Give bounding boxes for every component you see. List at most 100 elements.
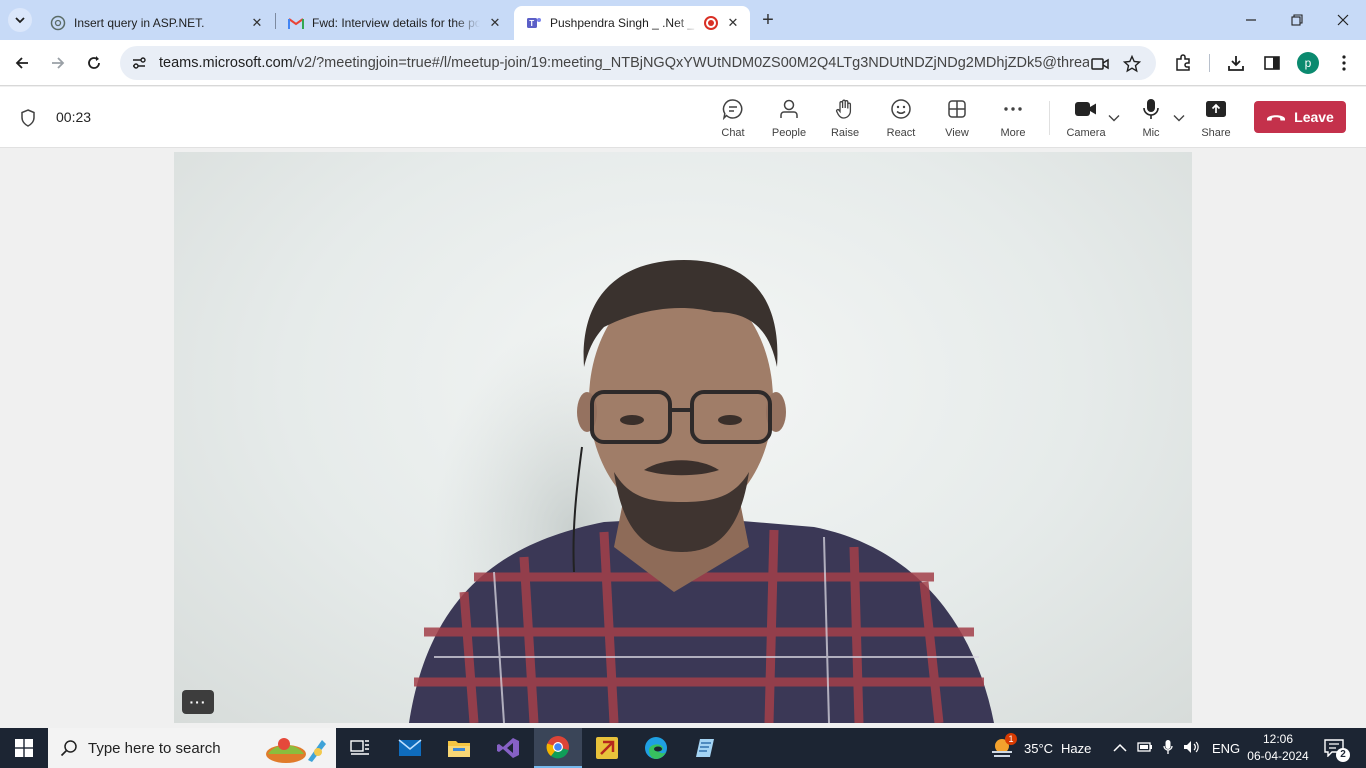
- browser-tab-gmail[interactable]: Fwd: Interview details for the position …: [276, 6, 512, 40]
- start-button[interactable]: [0, 728, 48, 768]
- restore-button[interactable]: [1274, 0, 1320, 40]
- raise-hand-icon: [833, 97, 857, 121]
- file-explorer-button[interactable]: [435, 728, 483, 768]
- volume-icon[interactable]: [1183, 740, 1201, 757]
- back-button[interactable]: [7, 48, 37, 78]
- video-camera-icon[interactable]: [1090, 54, 1110, 74]
- leave-label: Leave: [1294, 109, 1334, 125]
- raise-label: Raise: [830, 127, 860, 139]
- mail-icon: [398, 739, 422, 756]
- edge-icon: [645, 737, 667, 759]
- notepad-app-button[interactable]: [681, 728, 729, 768]
- search-highlight-illustration-icon: [258, 732, 334, 766]
- participant-video-frame: [409, 260, 994, 723]
- close-tab-icon[interactable]: ✕: [724, 14, 742, 32]
- camera-button[interactable]: Camera: [1058, 97, 1114, 141]
- react-label: React: [886, 127, 916, 139]
- browser-tab-chatgpt[interactable]: Insert query in ASP.NET. ✕: [38, 6, 274, 40]
- recording-icon: [704, 16, 718, 30]
- visual-studio-button[interactable]: [484, 728, 532, 768]
- tab-title: Fwd: Interview details for the position: [312, 16, 480, 30]
- site-info-icon[interactable]: [122, 46, 156, 80]
- video-tile-menu-button[interactable]: ···: [182, 690, 214, 714]
- chevron-down-icon: [15, 17, 25, 24]
- raise-hand-button[interactable]: Raise: [817, 97, 873, 141]
- arrow-left-icon: [15, 57, 28, 69]
- extensions-icon[interactable]: [1172, 52, 1194, 74]
- browser-tab-strip: Insert query in ASP.NET. ✕ Fwd: Intervie…: [0, 0, 1366, 40]
- meeting-control-bar: 00:23 Chat People Raise React View More: [0, 87, 1366, 148]
- weather-alert-badge: 1: [1005, 733, 1017, 745]
- address-bar[interactable]: teams.microsoft.com/v2/?meetingjoin=true…: [120, 46, 1156, 80]
- camera-options-chevron-icon[interactable]: [1107, 111, 1121, 125]
- mic-icon: [1139, 97, 1163, 121]
- more-button[interactable]: More: [985, 97, 1041, 141]
- edge-app-button[interactable]: [632, 728, 680, 768]
- reload-button[interactable]: [79, 48, 109, 78]
- taskbar-search-box[interactable]: Type here to search: [48, 728, 336, 768]
- mail-app-button[interactable]: [386, 728, 434, 768]
- weather-haze-icon: 1: [990, 733, 1017, 760]
- url-host: teams.microsoft.com: [159, 55, 293, 71]
- new-tab-button[interactable]: +: [758, 10, 778, 30]
- shield-icon[interactable]: [18, 108, 38, 128]
- notepad-icon: [696, 739, 714, 757]
- view-button[interactable]: View: [929, 97, 985, 141]
- url-text: teams.microsoft.com/v2/?meetingjoin=true…: [159, 55, 1089, 71]
- chrome-app-button[interactable]: [534, 728, 582, 768]
- chat-button[interactable]: Chat: [705, 97, 761, 141]
- battery-icon[interactable]: [1137, 741, 1153, 756]
- hang-up-icon: [1267, 115, 1286, 121]
- react-button[interactable]: React: [873, 97, 929, 141]
- kebab-menu-icon[interactable]: [1333, 52, 1355, 74]
- tab-search-button[interactable]: [8, 8, 32, 32]
- people-label: People: [771, 127, 807, 139]
- bookmark-star-icon[interactable]: [1122, 54, 1142, 74]
- share-button[interactable]: Share: [1188, 97, 1244, 141]
- task-view-button[interactable]: [336, 728, 384, 768]
- meeting-timer: 00:23: [56, 109, 92, 125]
- close-window-button[interactable]: [1320, 0, 1366, 40]
- close-icon: [1337, 14, 1349, 26]
- minimize-button[interactable]: [1228, 0, 1274, 40]
- windows-logo-icon: [15, 739, 33, 757]
- search-placeholder: Type here to search: [88, 739, 221, 757]
- leave-button[interactable]: Leave: [1254, 101, 1346, 133]
- url-path: /v2/?meetingjoin=true#/l/meetup-join/19:…: [292, 55, 1089, 71]
- filezilla-app-button[interactable]: [583, 728, 631, 768]
- weather-widget[interactable]: 1 35°C Haze: [990, 728, 1091, 768]
- browser-toolbar: teams.microsoft.com/v2/?meetingjoin=true…: [0, 40, 1366, 86]
- view-grid-icon: [945, 97, 969, 121]
- people-button[interactable]: People: [761, 97, 817, 141]
- side-panel-icon[interactable]: [1261, 52, 1283, 74]
- tab-title: Insert query in ASP.NET.: [74, 16, 205, 30]
- teams-icon: T: [526, 15, 542, 31]
- profile-avatar[interactable]: p: [1297, 52, 1319, 74]
- mic-options-chevron-icon[interactable]: [1172, 111, 1186, 125]
- system-tray-icons: [1113, 728, 1201, 768]
- input-language[interactable]: ENG: [1212, 728, 1240, 768]
- toolbar-divider: [1209, 54, 1210, 72]
- more-label: More: [1000, 127, 1026, 139]
- mic-button[interactable]: Mic: [1123, 97, 1179, 141]
- filezilla-icon: [596, 737, 618, 759]
- browser-tab-teams[interactable]: T Pushpendra Singh _ .Net _ Developer ✕: [514, 6, 750, 40]
- windows-taskbar: Type here to search 1 35°C Haze ENG 12:0…: [0, 728, 1366, 768]
- close-tab-icon[interactable]: ✕: [486, 14, 504, 32]
- forward-button[interactable]: [43, 48, 73, 78]
- microphone-tray-icon[interactable]: [1163, 739, 1173, 758]
- task-view-icon: [350, 740, 369, 755]
- clock-date: 06-04-2024: [1247, 749, 1309, 763]
- camera-label: Camera: [1066, 127, 1106, 139]
- more-icon: [1001, 97, 1025, 121]
- reload-icon: [88, 56, 100, 69]
- search-icon: [60, 740, 77, 757]
- visual-studio-icon: [497, 738, 519, 758]
- download-icon[interactable]: [1225, 52, 1247, 74]
- chevron-up-icon[interactable]: [1113, 741, 1127, 756]
- clock[interactable]: 12:06 06-04-2024: [1242, 731, 1314, 765]
- close-tab-icon[interactable]: ✕: [248, 14, 266, 32]
- svg-text:T: T: [529, 19, 534, 28]
- tab-title: Pushpendra Singh _ .Net _ Developer: [550, 16, 698, 30]
- minimize-icon: [1246, 19, 1256, 21]
